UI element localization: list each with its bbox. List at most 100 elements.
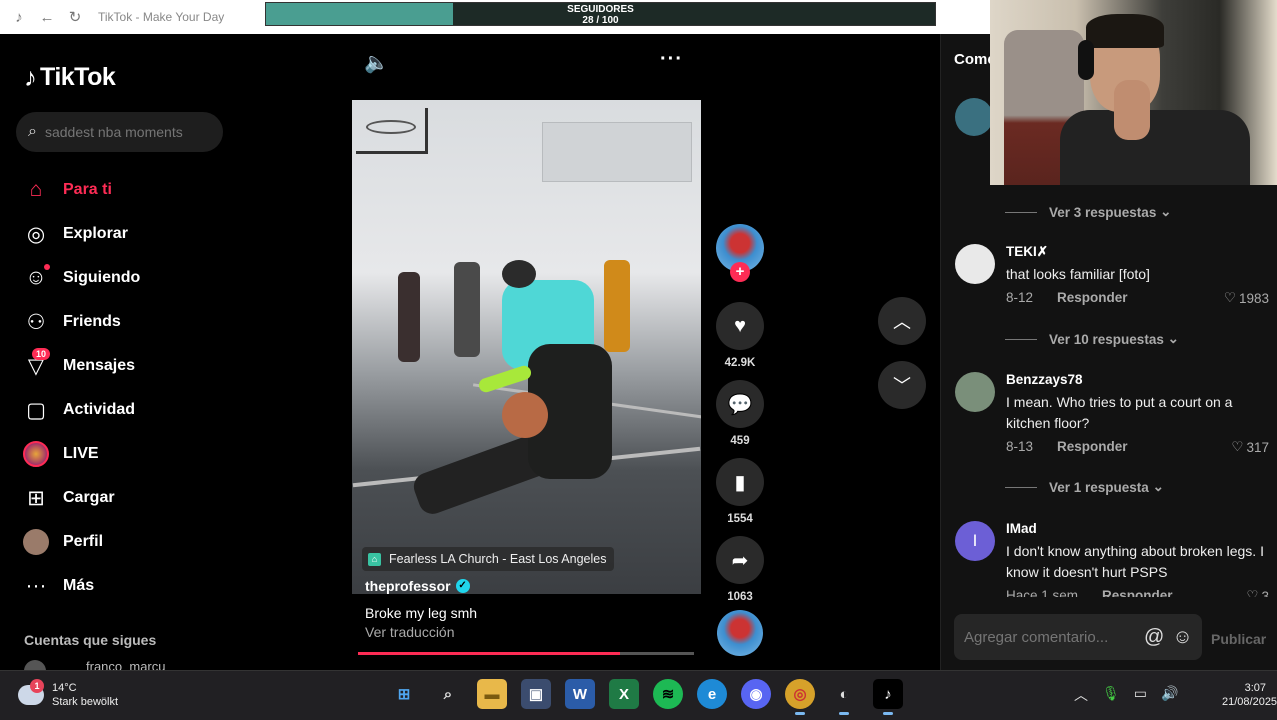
reply-button[interactable]: Responder bbox=[1102, 588, 1173, 597]
activity-icon: ▢ bbox=[26, 398, 46, 422]
emoji-icon[interactable]: ☺ bbox=[1172, 626, 1192, 649]
basketball bbox=[502, 392, 548, 438]
search-bar[interactable]: ⌕ bbox=[16, 112, 223, 152]
avatar[interactable]: I bbox=[955, 521, 995, 561]
avatar[interactable] bbox=[955, 244, 995, 284]
publish-button[interactable]: Publicar bbox=[1211, 631, 1266, 647]
sidebar-item-explorar[interactable]: ◎ Explorar bbox=[22, 212, 140, 256]
browser-tab-title: TikTok - Make Your Day bbox=[98, 10, 225, 24]
comment-text: I mean. Who tries to put a court on a ki… bbox=[1006, 394, 1233, 431]
comment-like-button[interactable]: ♡ 317 bbox=[1231, 439, 1269, 455]
heart-outline-icon: ♡ bbox=[1246, 588, 1259, 597]
followers-count: 28 / 100 bbox=[582, 15, 619, 26]
notification-dot bbox=[44, 264, 50, 270]
store-icon[interactable]: ▣ bbox=[521, 679, 551, 709]
system-tray: ︿ 🎙 ▭ 🔊 bbox=[1074, 685, 1192, 705]
microphone-icon[interactable]: 🎙 bbox=[1102, 685, 1120, 705]
comment-button[interactable]: 💬 bbox=[716, 380, 764, 428]
heart-outline-icon: ♡ bbox=[1231, 439, 1244, 454]
search-input[interactable] bbox=[44, 124, 205, 140]
search-icon[interactable]: ⌕ bbox=[433, 679, 463, 709]
reply-button[interactable]: Responder bbox=[1057, 290, 1128, 305]
sidebar-item-label: Mensajes bbox=[63, 357, 136, 374]
spotify-icon[interactable]: ≋ bbox=[653, 679, 683, 709]
comment-username[interactable]: IMad bbox=[1006, 521, 1037, 536]
like-count: 42.9K bbox=[724, 357, 756, 369]
chevron-up-icon[interactable]: ︿ bbox=[1074, 685, 1088, 705]
next-video-button[interactable]: ﹀ bbox=[878, 361, 926, 409]
video-player[interactable] bbox=[352, 100, 701, 594]
browser-toolbar: ♪ ← ↻ TikTok - Make Your Day SEGUIDORES … bbox=[0, 0, 990, 34]
mention-icon[interactable]: @ bbox=[1144, 626, 1164, 649]
view-replies-link[interactable]: Ver 3 respuestas ⌄ bbox=[1005, 204, 1171, 220]
save-count: 1554 bbox=[727, 513, 753, 525]
reload-icon[interactable]: ↻ bbox=[66, 8, 84, 26]
background-person bbox=[604, 260, 630, 352]
previous-video-button[interactable]: ︿ bbox=[878, 297, 926, 345]
tiktok-app-icon[interactable]: ♪ bbox=[873, 679, 903, 715]
chevron-down-icon: ⌄ bbox=[1152, 479, 1164, 494]
chevron-up-icon: ︿ bbox=[893, 312, 911, 332]
share-button[interactable]: ➦ bbox=[716, 536, 764, 584]
comment-username[interactable]: Benzzays78 bbox=[1006, 372, 1083, 387]
sidebar-item-cargar[interactable]: ⊞ Cargar bbox=[22, 476, 140, 520]
windows-start-icon[interactable]: ⊞ bbox=[389, 679, 419, 709]
comment-like-button[interactable]: ♡ 3 bbox=[1246, 588, 1269, 597]
view-replies-link[interactable]: Ver 10 respuestas ⌄ bbox=[1005, 331, 1179, 347]
sidebar-item-live[interactable]: LIVE bbox=[22, 432, 140, 476]
avatar[interactable] bbox=[955, 98, 993, 136]
more-options-icon[interactable]: ··· bbox=[660, 48, 683, 71]
file-explorer-icon[interactable]: ▬ bbox=[477, 679, 507, 709]
creator-avatar[interactable]: + bbox=[716, 224, 764, 282]
video-progress-bar[interactable] bbox=[358, 652, 694, 655]
taskbar-clock[interactable]: 3:07 21/08/2025 bbox=[1222, 681, 1277, 709]
sidebar-item-perfil[interactable]: Perfil bbox=[22, 520, 140, 564]
obs-icon[interactable]: ◐ bbox=[829, 679, 859, 715]
excel-icon[interactable]: X bbox=[609, 679, 639, 709]
translate-link[interactable]: Ver traducción bbox=[365, 624, 455, 640]
sidebar-item-mensajes[interactable]: ▽ 10 Mensajes bbox=[22, 344, 140, 388]
sidebar-item-siguiendo[interactable]: ☺ Siguiendo bbox=[22, 256, 140, 300]
sidebar-item-actividad[interactable]: ▢ Actividad bbox=[22, 388, 140, 432]
avatar[interactable] bbox=[955, 372, 995, 412]
background-person bbox=[398, 272, 420, 362]
screen: ♪ ← ↻ TikTok - Make Your Day SEGUIDORES … bbox=[0, 0, 1277, 720]
verified-icon: ✓ bbox=[455, 579, 470, 593]
save-button[interactable]: ▮ bbox=[716, 458, 764, 506]
volume-icon[interactable]: 🔈 bbox=[364, 50, 389, 75]
search-icon[interactable]: ⌕ bbox=[28, 123, 37, 141]
like-button[interactable]: ♥ bbox=[716, 302, 764, 350]
comment-like-button[interactable]: ♡ 1983 bbox=[1224, 290, 1269, 306]
sidebar-item-mas[interactable]: ··· Más bbox=[22, 564, 140, 608]
speaker-icon[interactable]: 🔊 bbox=[1161, 685, 1178, 705]
heart-outline-icon: ♡ bbox=[1223, 290, 1236, 305]
reply-button[interactable]: Responder bbox=[1057, 439, 1128, 454]
location-text: Fearless LA Church - East Los Angeles bbox=[389, 552, 607, 566]
back-arrow-icon[interactable]: ← bbox=[38, 9, 56, 26]
location-tag[interactable]: ⌂ Fearless LA Church - East Los Angeles bbox=[362, 547, 615, 571]
edge-icon[interactable]: e bbox=[697, 679, 727, 709]
music-disc-avatar[interactable] bbox=[717, 610, 763, 656]
author-name: theprofessor bbox=[365, 578, 451, 594]
logo-text: TikTok bbox=[40, 63, 116, 91]
weather-widget[interactable]: 1 14°C Stark bewölkt bbox=[18, 679, 118, 709]
video-caption: Broke my leg smh bbox=[365, 605, 478, 621]
word-icon[interactable]: W bbox=[565, 679, 595, 709]
sidebar-item-para-ti[interactable]: ⌂ Para ti bbox=[22, 168, 140, 212]
weather-temp: 14°C bbox=[52, 682, 77, 694]
comment-input[interactable] bbox=[964, 628, 1136, 646]
sidebar-item-label: LIVE bbox=[63, 445, 99, 462]
chevron-down-icon: ﹀ bbox=[893, 376, 911, 396]
discord-icon[interactable]: ◉ bbox=[741, 679, 771, 709]
tiktok-logo[interactable]: ♪ TikTok bbox=[24, 62, 116, 93]
chrome-icon[interactable]: ◎ bbox=[785, 679, 815, 715]
follow-plus-icon[interactable]: + bbox=[730, 262, 750, 282]
view-replies-link[interactable]: Ver 1 respuesta ⌄ bbox=[1005, 479, 1164, 495]
replies-label: Ver 1 respuesta bbox=[1049, 479, 1149, 495]
video-author[interactable]: theprofessor ✓ bbox=[365, 578, 470, 594]
comment-username[interactable]: TEKI✗ bbox=[1006, 244, 1048, 260]
sidebar-item-friends[interactable]: ⚇ Friends bbox=[22, 300, 140, 344]
taskbar-apps: ⊞ ⌕ ▬ ▣ W X ≋ e ◉ ◎ ◐ ♪ bbox=[382, 679, 910, 715]
tiktok-note-icon: ♪ bbox=[24, 62, 37, 92]
network-icon[interactable]: ▭ bbox=[1134, 685, 1147, 705]
